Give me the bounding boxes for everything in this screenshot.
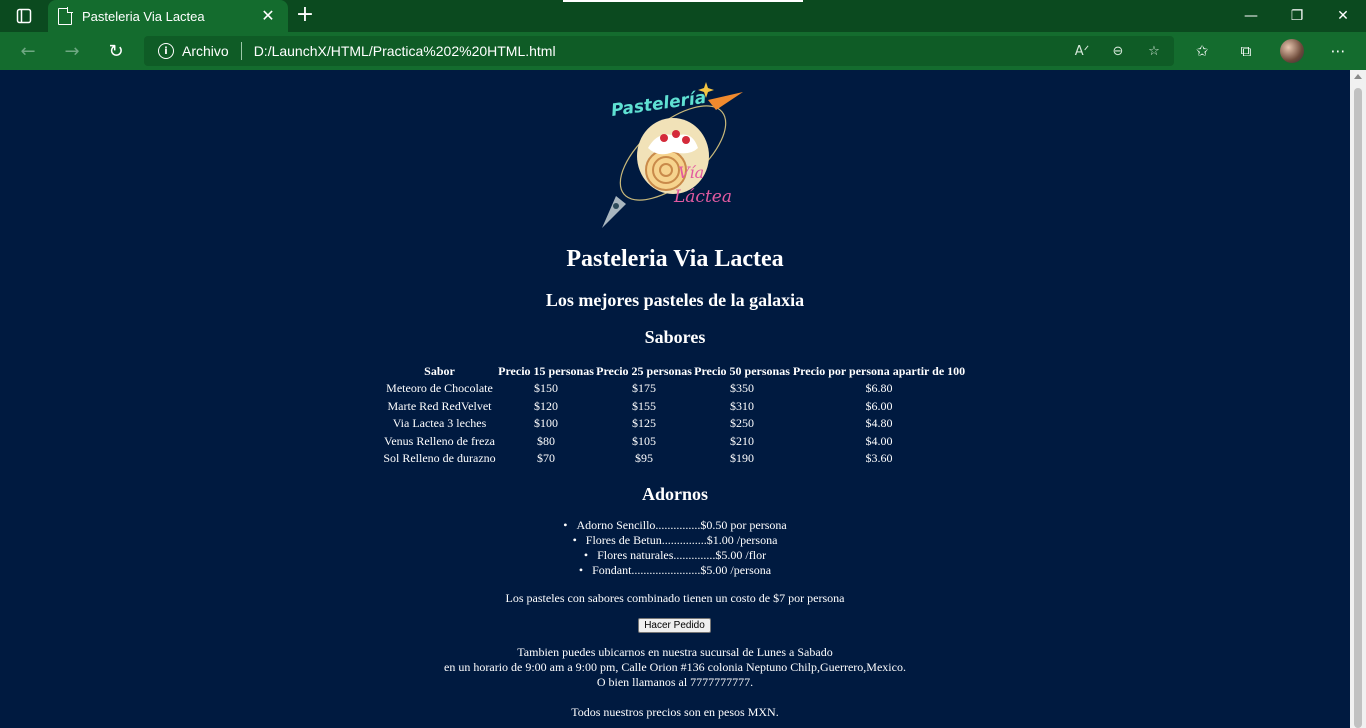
order-button[interactable]: Hacer Pedido [638, 618, 711, 633]
decorations-heading: Adornos [641, 484, 708, 504]
table-cell: $105 [632, 433, 656, 448]
table-cell: $125 [632, 416, 656, 431]
svg-text:Pastelería: Pastelería [610, 88, 708, 121]
table-cell: Marte Red RedVelvet [387, 398, 492, 413]
table-cell: $6.80 [865, 381, 893, 396]
collections-icon[interactable]: ⧉ [1224, 32, 1268, 70]
add-favorite-icon[interactable]: ☆ [1136, 36, 1172, 66]
read-aloud-icon[interactable]: Aᐟ [1064, 36, 1100, 66]
settings-menu-icon[interactable]: ⋯ [1316, 32, 1360, 70]
list-item: Flores naturales..............$5.00 /flo… [0, 548, 1350, 563]
address-separator [240, 42, 242, 60]
table-cell: Meteoro de Chocolate [386, 381, 493, 396]
column-header: Precio 25 personas [596, 364, 692, 378]
close-window-button[interactable]: ✕ [1320, 0, 1366, 32]
prices-table: Sabor Precio 15 personas Precio 25 perso… [382, 363, 967, 468]
table-row: Sol Relleno de durazno $70 $95 $190 $3.6… [382, 450, 967, 468]
table-header-row: Sabor Precio 15 personas Precio 25 perso… [382, 363, 967, 380]
close-tab-icon[interactable]: ✕ [258, 6, 278, 26]
footer-line: en un horario de 9:00 am a 9:00 pm, Call… [444, 660, 906, 674]
list-item: Flores de Betun...............$1.00 /per… [0, 533, 1350, 548]
table-cell: Via Lactea 3 leches [392, 416, 487, 431]
bakery-logo: Pastelería Vía Láctea [602, 82, 743, 228]
browser-toolbar: ← → ↻ i Archivo D:/LaunchX/HTML/Practica… [0, 32, 1366, 70]
page-subtitle: Los mejores pasteles de la galaxia [545, 290, 805, 310]
tab-title: Pasteleria Via Lactea [82, 8, 205, 24]
svg-text:Láctea: Láctea [673, 187, 732, 207]
favorites-icon[interactable]: ✩ [1180, 32, 1224, 70]
footer-line: Tambien puedes ubicarnos en nuestra sucu… [517, 645, 833, 659]
table-cell: $100 [534, 416, 558, 431]
table-cell: $190 [730, 451, 754, 466]
footer-line: Todos nuestros precios son en pesos MXN. [571, 705, 779, 719]
table-cell: $250 [730, 416, 754, 431]
info-icon[interactable]: i [158, 43, 174, 59]
minimize-button[interactable]: — [1228, 0, 1274, 32]
tab-actions-icon[interactable] [0, 0, 48, 32]
column-header: Precio 50 personas [694, 364, 790, 378]
footer-info: Tambien puedes ubicarnos en nuestra sucu… [0, 645, 1350, 720]
zoom-out-icon[interactable]: ⊖ [1100, 36, 1136, 66]
table-cell: $6.00 [865, 398, 893, 413]
svg-text:Vía: Vía [678, 163, 704, 182]
table-cell: $155 [632, 398, 656, 413]
table-row: Meteoro de Chocolate $150 $175 $350 $6.8… [382, 380, 967, 398]
back-button[interactable]: ← [8, 32, 48, 70]
restore-button[interactable]: ❐ [1274, 0, 1320, 32]
table-cell: $95 [635, 451, 653, 466]
table-cell: $350 [730, 381, 754, 396]
combined-flavors-note: Los pasteles con sabores combinado tiene… [505, 591, 845, 605]
profile-button[interactable] [1270, 32, 1314, 70]
page-content: Pastelería Vía Láctea Pasteleria Via Lac… [0, 70, 1350, 728]
forward-button[interactable]: → [52, 32, 92, 70]
table-cell: $310 [730, 398, 754, 413]
scroll-up-arrow[interactable] [1354, 74, 1362, 79]
vertical-scrollbar[interactable] [1350, 70, 1366, 728]
column-header: Sabor [424, 364, 455, 378]
flavors-heading: Sabores [644, 327, 706, 347]
table-cell: $80 [537, 433, 555, 448]
url-text[interactable]: D:/LaunchX/HTML/Practica%202%20HTML.html [254, 43, 556, 59]
table-cell: $4.80 [865, 416, 893, 431]
table-cell: $3.60 [865, 451, 893, 466]
table-cell: $210 [730, 433, 754, 448]
page-title: Pasteleria Via Lactea [566, 246, 784, 272]
table-cell: $70 [537, 451, 555, 466]
document-icon [58, 6, 73, 25]
window-drag-indicator [563, 0, 803, 2]
new-tab-button[interactable]: + [290, 0, 320, 32]
table-cell: $175 [632, 381, 656, 396]
table-cell: $120 [534, 398, 558, 413]
table-row: Marte Red RedVelvet $120 $155 $310 $6.00 [382, 398, 967, 416]
address-bar[interactable]: i Archivo D:/LaunchX/HTML/Practica%202%2… [144, 36, 1174, 66]
tab-active[interactable]: Pasteleria Via Lactea ✕ [48, 0, 288, 32]
column-header: Precio 15 personas [498, 364, 594, 378]
list-item: Adorno Sencillo...............$0.50 por … [0, 518, 1350, 533]
column-header: Precio por persona apartir de 100 [792, 364, 966, 378]
table-cell: Venus Relleno de freza [384, 433, 495, 448]
site-info-label[interactable]: Archivo [182, 43, 229, 59]
table-cell: $4.00 [865, 433, 893, 448]
scrollbar-thumb[interactable] [1354, 88, 1362, 728]
table-row: Venus Relleno de freza $80 $105 $210 $4.… [382, 433, 967, 451]
decorations-list: Adorno Sencillo...............$0.50 por … [0, 518, 1350, 578]
table-cell: $150 [534, 381, 558, 396]
footer-line: O bien llamanos al 7777777777. [596, 675, 754, 689]
table-row: Via Lactea 3 leches $100 $125 $250 $4.80 [382, 415, 967, 433]
list-item: Fondant.......................$5.00 /per… [0, 563, 1350, 578]
avatar [1280, 39, 1304, 63]
table-cell: Sol Relleno de durazno [383, 451, 496, 466]
refresh-button[interactable]: ↻ [96, 32, 136, 70]
